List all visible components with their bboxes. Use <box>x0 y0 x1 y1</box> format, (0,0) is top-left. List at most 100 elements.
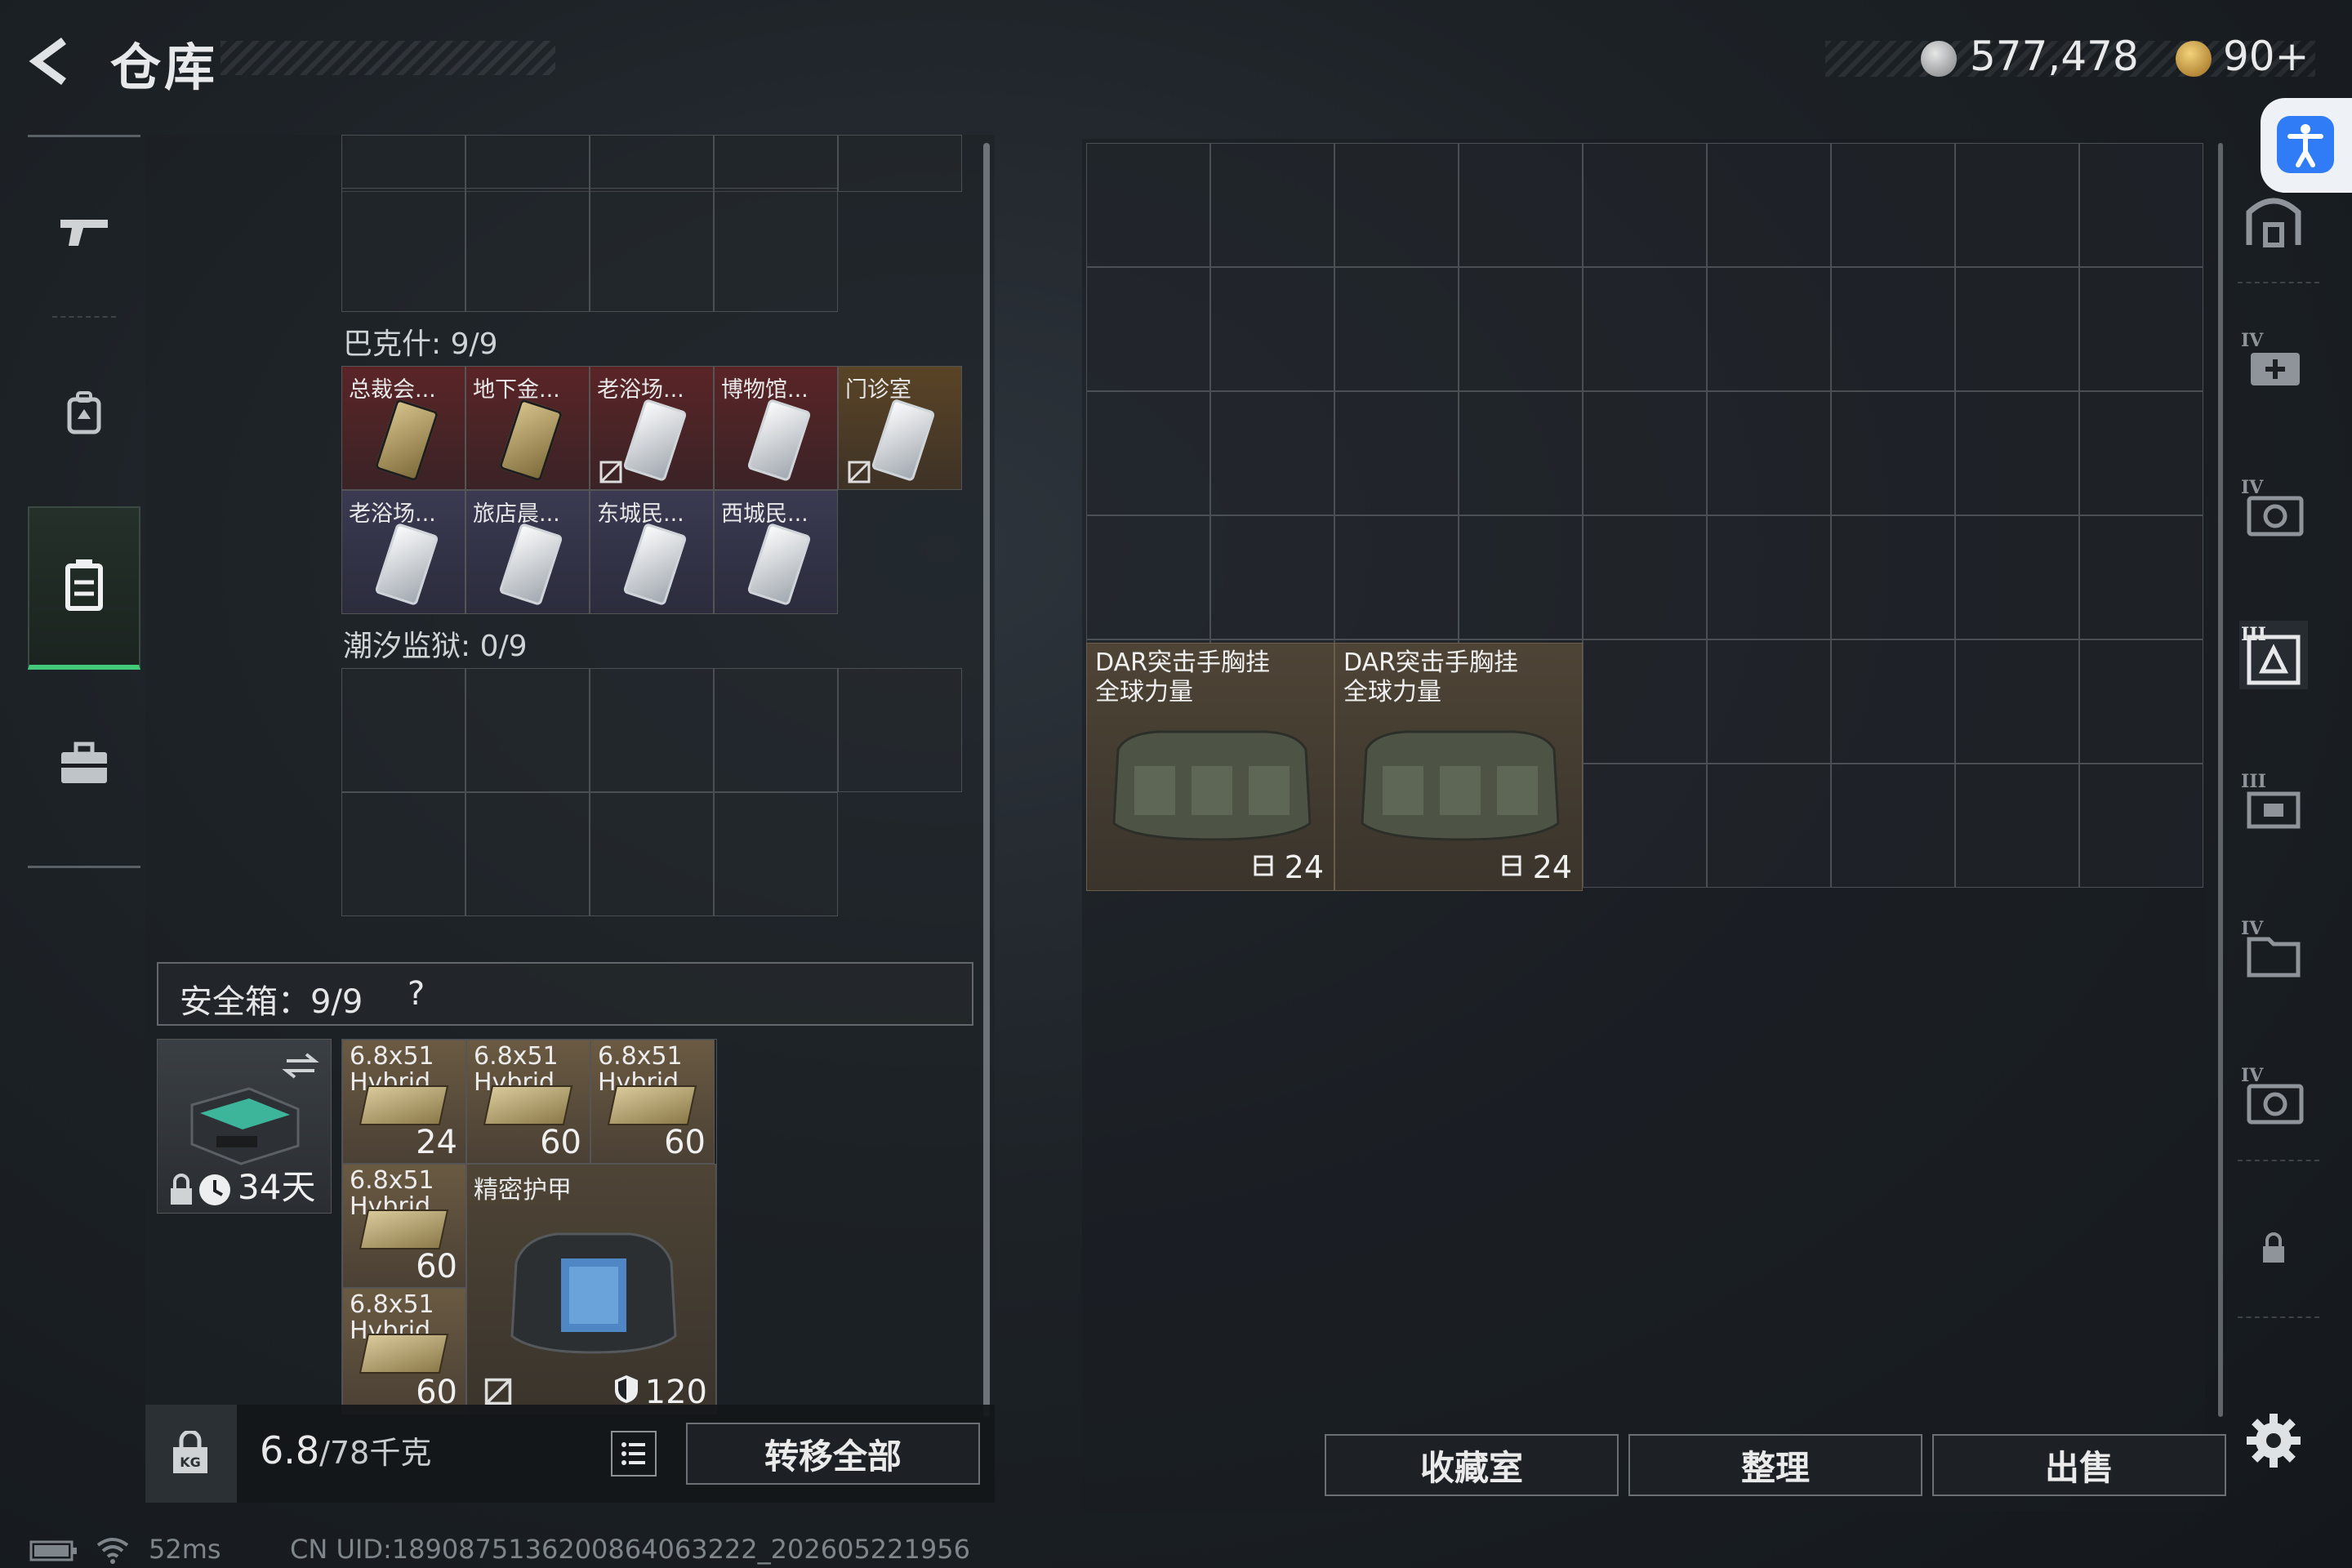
ammo-item[interactable]: 6.8x51 Hybrid 60 <box>590 1040 715 1164</box>
weight-lock-button[interactable]: KG <box>145 1405 237 1503</box>
list-view-button[interactable] <box>611 1431 657 1477</box>
kg-lock-icon: KG <box>173 1431 207 1473</box>
keycard-item[interactable]: 西城民... <box>714 490 838 614</box>
settings-gear-icon[interactable] <box>2239 1406 2308 1475</box>
rail-separator <box>2238 282 2319 283</box>
grid-cell <box>341 792 466 916</box>
keycard-item[interactable]: 东城民... <box>590 490 714 614</box>
rail-toolbox[interactable] <box>28 682 140 845</box>
grid-cell <box>1955 143 2079 267</box>
item-name: 地下金... <box>473 377 560 403</box>
grid-cell <box>2079 639 2203 764</box>
grid-cell <box>1334 515 1459 639</box>
right-scrollbar[interactable] <box>2218 143 2223 1417</box>
empty-grid-row-2 <box>341 792 838 916</box>
keycard-silver-icon <box>622 522 688 607</box>
grid-cell <box>2079 143 2203 267</box>
item-name: DAR突击手胸挂 全球力量 <box>1095 648 1270 706</box>
grid-cell <box>1210 515 1334 639</box>
home-icon[interactable] <box>2239 186 2308 255</box>
tier-label: IV <box>2241 330 2264 351</box>
grid-cell <box>1583 391 1707 515</box>
grid-cell <box>714 135 838 192</box>
transfer-all-button[interactable]: 转移全部 <box>686 1423 980 1485</box>
collection-room-button[interactable]: 收藏室 <box>1325 1434 1619 1496</box>
keycard-item[interactable]: 博物馆... <box>714 366 838 490</box>
keycard-item[interactable]: 地下金... <box>466 366 590 490</box>
silver-coin-icon <box>1921 41 1957 77</box>
item-name: 精密护甲 <box>474 1176 572 1205</box>
medical-case-icon[interactable]: IV <box>2239 327 2308 395</box>
chest-rig-item[interactable]: DAR突击手胸挂 全球力量 24 <box>1086 643 1334 891</box>
lock-icon <box>171 1174 192 1205</box>
left-scrollbar[interactable] <box>983 143 990 1417</box>
scrolled-grid-top-row <box>341 135 962 192</box>
rail-weapons[interactable] <box>28 151 140 314</box>
back-arrow-icon[interactable] <box>24 33 82 90</box>
grid-cell <box>838 668 962 792</box>
item-count: 24 <box>416 1124 457 1161</box>
weight-current: 6.8 <box>260 1428 320 1472</box>
organize-button[interactable]: 整理 <box>1628 1434 1922 1496</box>
grid-cell <box>1831 764 1955 888</box>
ping-text: 52ms <box>149 1534 221 1565</box>
grid-cell <box>714 188 838 312</box>
backpack-icon <box>67 391 101 434</box>
grid-cell <box>1707 639 1831 764</box>
camera-box-icon[interactable]: IV <box>2239 1062 2308 1130</box>
grid-cell <box>1583 515 1707 639</box>
weight-total: /78千克 <box>319 1435 432 1471</box>
section-label-tidal-prison: 潮汐监狱: 0/9 <box>343 630 528 663</box>
help-icon[interactable]: ? <box>408 975 425 1013</box>
chest-rig-item[interactable]: DAR突击手胸挂 全球力量 24 <box>1334 643 1583 891</box>
ammo-item[interactable]: 6.8x51 Hybrid 60 <box>466 1040 590 1164</box>
keycard-item[interactable]: 旅店晨... <box>466 490 590 614</box>
grid-cell <box>1334 267 1459 391</box>
ammo-item[interactable]: 6.8x51 Hybrid 60 <box>342 1288 466 1414</box>
rail-equipment[interactable] <box>28 331 140 494</box>
file-box-icon[interactable]: IV <box>2239 915 2308 983</box>
grid-cell <box>590 135 714 192</box>
ammo-item[interactable]: 6.8x51 Hybrid 60 <box>342 1164 466 1288</box>
grid-cell <box>714 668 838 792</box>
grid-cell <box>466 668 590 792</box>
rail-storage-active[interactable] <box>28 506 140 670</box>
grid-cell <box>1707 391 1831 515</box>
grid-cell <box>1955 391 2079 515</box>
grid-cell <box>1086 391 1210 515</box>
item-name: 旅店晨... <box>473 501 560 527</box>
active-box-icon[interactable]: III <box>2239 621 2308 689</box>
tier-label: III <box>2241 624 2266 645</box>
lock-slot-icon[interactable] <box>2239 1214 2308 1282</box>
keycard-item[interactable]: 老浴场... <box>341 490 466 614</box>
keycard-item[interactable]: 门诊室 <box>838 366 962 490</box>
keycard-item[interactable]: 总裁会... <box>341 366 466 490</box>
grid-cell <box>1210 267 1334 391</box>
camera-case-icon[interactable]: IV <box>2239 474 2308 542</box>
currency-gold-amount[interactable]: 90+ <box>2223 33 2310 80</box>
keycard-silver-icon <box>498 522 564 607</box>
section-label-bakshi: 巴克什: 9/9 <box>343 327 498 361</box>
accessibility-button[interactable] <box>2261 98 2352 193</box>
keycard-item[interactable]: 老浴场... <box>590 366 714 490</box>
grid-cell <box>1459 267 1583 391</box>
chest-rig-icon <box>1361 730 1560 841</box>
grid-cell <box>590 792 714 916</box>
grid-cell <box>1459 515 1583 639</box>
tier-label: IV <box>2241 1065 2264 1086</box>
safe-box-container[interactable]: 34天 <box>157 1039 332 1214</box>
sell-button[interactable]: 出售 <box>1932 1434 2226 1496</box>
grid-cell <box>466 135 590 192</box>
grid-cell <box>1210 391 1334 515</box>
grid-cell <box>1831 267 1955 391</box>
safe-box-duration: 34天 <box>238 1167 316 1207</box>
armor-item[interactable]: 精密护甲 120 <box>466 1164 716 1414</box>
grid-cell <box>1955 639 2079 764</box>
container-icon <box>65 559 103 611</box>
ammo-item[interactable]: 6.8x51 Hybrid 24 <box>342 1040 466 1164</box>
item-count: 60 <box>664 1124 706 1161</box>
swap-icon[interactable] <box>282 1049 319 1082</box>
grid-cell <box>1583 143 1707 267</box>
accessibility-icon <box>2277 116 2334 173</box>
box-tier3-icon[interactable]: III <box>2239 768 2308 836</box>
